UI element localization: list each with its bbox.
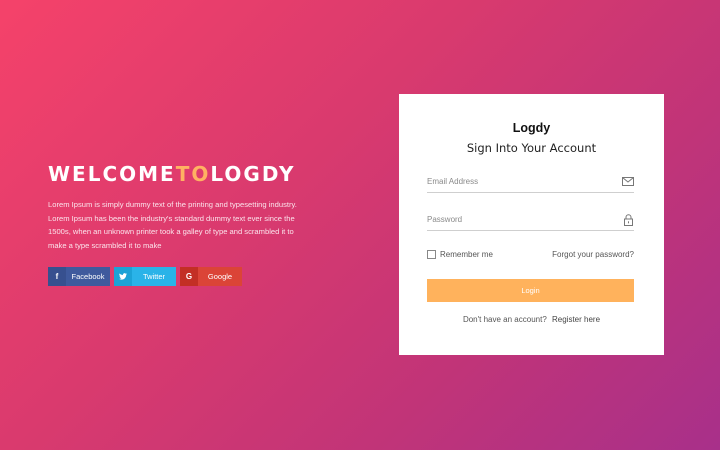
remember-label: Remember me	[440, 250, 493, 259]
password-field-wrapper	[427, 209, 634, 231]
card-subtitle: Sign Into Your Account	[466, 141, 597, 155]
envelope-icon	[622, 176, 634, 188]
google-icon: G	[180, 267, 198, 286]
email-field-wrapper	[427, 171, 634, 193]
brand-title: Logdy	[512, 121, 551, 135]
welcome-section: WELCOMETOLOGDY Lorem Ipsum is simply dum…	[48, 162, 308, 286]
google-label: Google	[198, 267, 242, 286]
lock-icon	[622, 213, 634, 226]
welcome-description: Lorem Ipsum is simply dummy text of the …	[48, 200, 297, 250]
login-card: Logdy Sign Into Your Account Remember me…	[399, 94, 664, 355]
social-buttons: f Facebook Twitter G Google	[48, 267, 308, 286]
signup-prompt: Don't have an account? Register here	[399, 315, 664, 324]
email-field[interactable]	[427, 177, 607, 186]
remember-checkbox[interactable]	[427, 250, 436, 259]
register-link[interactable]: Register here	[552, 315, 600, 324]
twitter-icon	[114, 267, 132, 286]
options-row: Remember me Forgot your password?	[427, 250, 634, 259]
google-button[interactable]: G Google	[180, 267, 242, 286]
twitter-button[interactable]: Twitter	[114, 267, 176, 286]
login-button[interactable]: Login	[427, 279, 634, 302]
remember-me[interactable]: Remember me	[427, 250, 493, 259]
forgot-password-link[interactable]: Forgot your password?	[552, 250, 634, 259]
facebook-button[interactable]: f Facebook	[48, 267, 110, 286]
welcome-heading: WELCOMETOLOGDY	[48, 162, 308, 186]
welcome-part-3: LOGDY	[210, 162, 296, 186]
no-account-text: Don't have an account?	[462, 315, 547, 324]
welcome-part-2: TO	[175, 162, 211, 186]
facebook-icon: f	[48, 267, 66, 286]
facebook-label: Facebook	[66, 267, 110, 286]
twitter-label: Twitter	[132, 267, 176, 286]
password-field[interactable]	[427, 215, 607, 224]
welcome-part-1: WELCOME	[48, 162, 176, 186]
